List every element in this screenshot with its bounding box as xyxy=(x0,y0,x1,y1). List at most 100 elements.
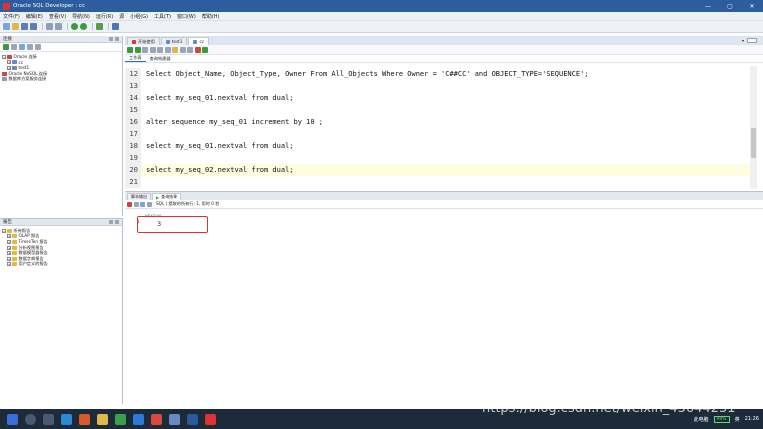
tab-query-builder[interactable]: 查询构建器 xyxy=(146,56,175,62)
history-icon[interactable] xyxy=(179,46,186,53)
app-icon[interactable] xyxy=(79,413,90,425)
minimize-panel-icon[interactable] xyxy=(109,37,113,41)
tab-cc[interactable]: cc xyxy=(188,37,210,45)
clear-icon[interactable] xyxy=(172,46,178,53)
close-panel-icon[interactable] xyxy=(115,220,119,224)
code-line[interactable]: 14 select my_seq_01.nextval from dual; xyxy=(125,92,750,104)
tuning-icon[interactable] xyxy=(194,46,201,53)
code-line[interactable]: 17 xyxy=(125,128,750,140)
tab-start-page[interactable]: 开始使用 xyxy=(127,37,160,45)
code-text[interactable]: Select Object_Name, Object_Type, Owner F… xyxy=(141,70,589,78)
wechat-icon[interactable] xyxy=(115,413,126,425)
browser-icon[interactable] xyxy=(61,413,72,425)
back-icon[interactable] xyxy=(71,23,78,30)
save-icon[interactable] xyxy=(21,23,28,30)
schema-browser-icon[interactable] xyxy=(27,44,33,50)
open-icon[interactable] xyxy=(12,23,19,30)
menu-team[interactable]: 小组(G) xyxy=(130,13,148,20)
code-text[interactable]: alter sequence my_seq_01 increment by 10… xyxy=(141,118,323,126)
ime-indicator[interactable]: 英 xyxy=(735,416,740,423)
collapse-icon[interactable]: − xyxy=(2,228,6,233)
maximize-button[interactable]: ▢ xyxy=(719,0,741,12)
code-line[interactable]: 21 xyxy=(125,176,750,188)
code-line[interactable]: 12 Select Object_Name, Object_Type, Owne… xyxy=(125,68,750,80)
autotrace-icon[interactable] xyxy=(164,46,171,53)
code-line[interactable]: 15 xyxy=(125,104,750,116)
run-statement-icon[interactable] xyxy=(127,46,133,53)
print-icon[interactable] xyxy=(133,201,139,207)
expand-icon[interactable]: + xyxy=(7,65,11,70)
run-script-icon[interactable] xyxy=(134,46,141,53)
explain-plan-icon[interactable] xyxy=(157,46,163,53)
sql-developer-icon[interactable] xyxy=(205,413,216,425)
app-icon[interactable] xyxy=(151,413,162,425)
code-text[interactable]: select my_seq_01.nextval from dual; xyxy=(141,142,294,150)
menu-edit[interactable]: 编辑(E) xyxy=(26,13,43,20)
minimize-panel-icon[interactable] xyxy=(109,220,113,224)
expand-icon[interactable]: + xyxy=(7,251,11,256)
code-text[interactable]: select my_seq_01.nextval from dual; xyxy=(141,94,294,102)
clock[interactable]: 21:26 xyxy=(745,416,759,422)
menu-window[interactable]: 窗口(W) xyxy=(177,13,196,20)
expand-icon[interactable]: + xyxy=(7,262,11,267)
minimize-button[interactable]: — xyxy=(697,0,719,12)
word-icon[interactable] xyxy=(187,413,198,425)
filter-icon[interactable] xyxy=(19,44,25,50)
code-line[interactable]: 19 xyxy=(125,152,750,164)
menu-navigate[interactable]: 导航(N) xyxy=(72,13,90,20)
app-icon[interactable] xyxy=(169,413,180,425)
close-panel-icon[interactable] xyxy=(115,37,119,41)
tab-worksheet[interactable]: 工作表 xyxy=(125,55,146,62)
rollback-icon[interactable] xyxy=(149,46,156,53)
code-line-current[interactable]: 20 select my_seq_02.nextval from dual; xyxy=(125,164,750,176)
refresh-icon[interactable] xyxy=(11,44,17,50)
expand-icon[interactable]: + xyxy=(7,256,11,261)
redo-icon[interactable] xyxy=(55,23,62,30)
tray-label[interactable]: 此电脑 xyxy=(694,416,709,423)
expand-icon[interactable]: + xyxy=(7,245,11,250)
sql-icon[interactable] xyxy=(112,23,119,30)
tree-item-user-defined-reports[interactable]: + 用户定义的报告 xyxy=(2,261,122,268)
export-icon[interactable] xyxy=(146,201,152,207)
menu-view[interactable]: 查看(V) xyxy=(49,13,66,20)
refresh-icon[interactable] xyxy=(140,201,145,207)
format-icon[interactable] xyxy=(187,46,193,53)
dropdown-icon[interactable]: ▾ xyxy=(742,38,744,43)
add-connection-icon[interactable] xyxy=(3,44,9,50)
tab-query-result[interactable]: ▶ 查询结果 xyxy=(152,193,182,200)
forward-icon[interactable] xyxy=(80,23,87,30)
scrollbar-thumb[interactable] xyxy=(751,128,756,158)
connection-selector[interactable]: ▾ xyxy=(742,36,763,45)
task-view-icon[interactable] xyxy=(43,413,54,425)
new-icon[interactable] xyxy=(3,23,10,30)
expand-icon[interactable]: + xyxy=(7,239,11,244)
windows-start-icon[interactable] xyxy=(7,413,18,425)
close-button[interactable]: ✕ xyxy=(741,0,763,12)
editor-scrollbar[interactable] xyxy=(750,66,757,189)
collapse-icon[interactable]: − xyxy=(2,54,6,59)
connection-select-box[interactable] xyxy=(747,38,757,43)
commit-icon[interactable] xyxy=(142,46,148,53)
file-explorer-icon[interactable] xyxy=(97,413,108,425)
tab-script-output[interactable]: 脚本输出 xyxy=(127,193,151,200)
expand-icon[interactable]: + xyxy=(7,60,11,65)
menu-run[interactable]: 运行(R) xyxy=(96,13,113,20)
menu-file[interactable]: 文件(F) xyxy=(3,13,20,20)
sql-worksheet[interactable]: 12 Select Object_Name, Object_Type, Owne… xyxy=(125,66,755,188)
search-icon[interactable] xyxy=(25,413,36,425)
expand-icon[interactable]: + xyxy=(7,234,11,239)
code-line[interactable]: 18 select my_seq_01.nextval from dual; xyxy=(125,140,750,152)
menu-source[interactable]: 源 xyxy=(119,13,124,20)
battery-indicator[interactable]: 99% xyxy=(713,415,730,423)
debug-sql-icon[interactable] xyxy=(202,46,208,53)
undo-icon[interactable] xyxy=(46,23,53,30)
import-icon[interactable] xyxy=(35,44,41,50)
tab-test1[interactable]: test1 xyxy=(160,37,188,45)
menu-tools[interactable]: 工具(T) xyxy=(154,13,171,20)
code-text[interactable]: select my_seq_02.nextval from dual; xyxy=(141,166,294,174)
edge-icon[interactable] xyxy=(133,413,144,425)
code-line[interactable]: 13 xyxy=(125,80,750,92)
code-line[interactable]: 16 alter sequence my_seq_01 increment by… xyxy=(125,116,750,128)
pin-icon[interactable] xyxy=(127,201,132,207)
tree-item-schema-service[interactable]: 数据库方案服务连接 xyxy=(2,76,122,82)
